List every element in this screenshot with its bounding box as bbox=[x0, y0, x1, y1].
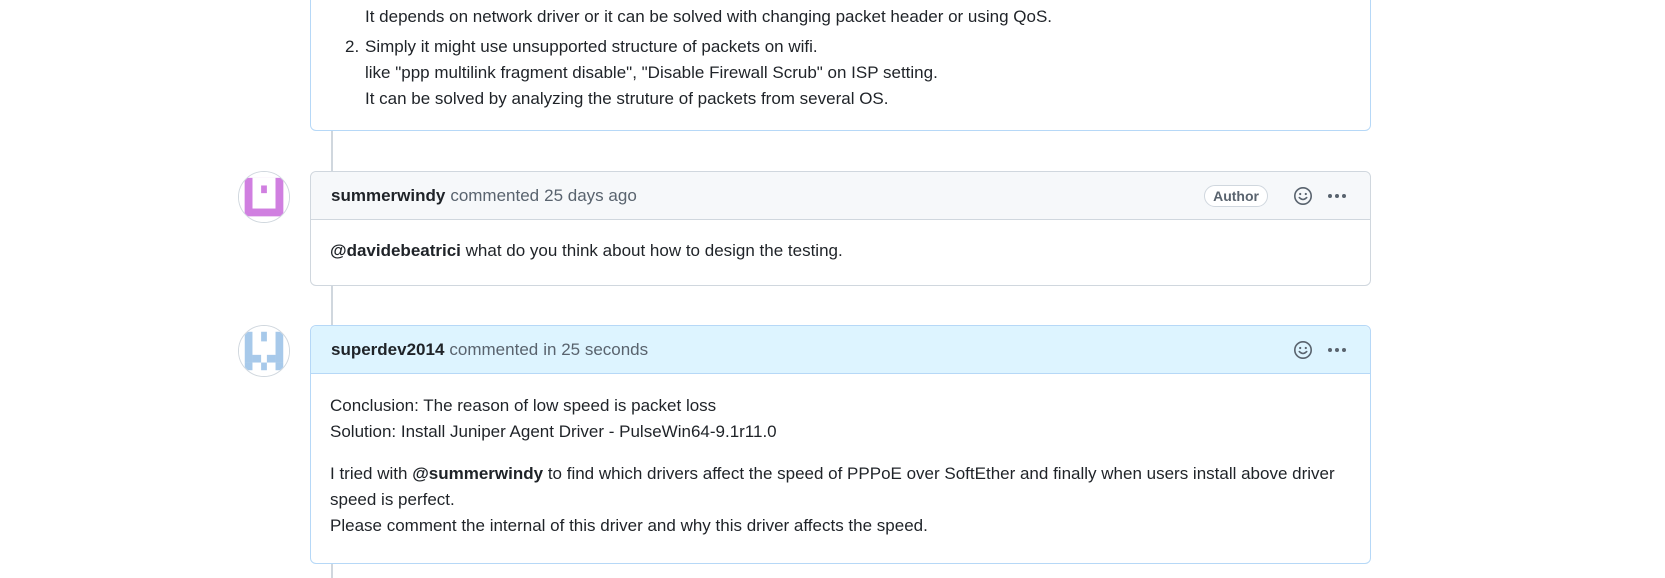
author-badge: Author bbox=[1204, 184, 1268, 207]
add-reaction-button[interactable] bbox=[1290, 337, 1316, 363]
timeline-connector bbox=[331, 285, 333, 325]
comment-author[interactable]: summerwindy bbox=[331, 186, 445, 206]
smiley-icon bbox=[1294, 340, 1312, 359]
timeline-connector bbox=[331, 130, 333, 172]
kebab-horizontal-icon bbox=[1328, 193, 1346, 198]
smiley-icon bbox=[1294, 186, 1312, 205]
user-mention[interactable]: @davidebeatrici bbox=[330, 241, 461, 260]
comment-timestamp[interactable]: in 25 seconds bbox=[543, 340, 648, 360]
user-mention[interactable]: @summerwindy bbox=[412, 464, 543, 483]
comment-text: what do you think about how to design th… bbox=[460, 241, 843, 260]
timeline-connector bbox=[331, 563, 333, 578]
comment-timestamp[interactable]: 25 days ago bbox=[544, 186, 637, 206]
comment-body: @davidebeatrici what do you think about … bbox=[311, 220, 1370, 280]
comment-text: Solution: Install Juniper Agent Driver -… bbox=[330, 422, 777, 441]
comment-header: summerwindy commented 25 days ago Author bbox=[311, 172, 1370, 220]
comment-author[interactable]: superdev2014 bbox=[331, 340, 444, 360]
list-item-text: It depends on network driver or it can b… bbox=[365, 7, 1053, 26]
comment-card: summerwindy commented 25 days ago Author… bbox=[310, 171, 1371, 286]
avatar[interactable] bbox=[238, 325, 290, 377]
identicon-avatar bbox=[239, 172, 289, 222]
comment-text: Please comment the internal of this driv… bbox=[330, 516, 928, 535]
comment-card-highlighted: superdev2014 commented in 25 seconds Con… bbox=[310, 325, 1371, 564]
comment-paragraph: @davidebeatrici what do you think about … bbox=[330, 238, 1350, 264]
comment-text: Conclusion: The reason of low speed is p… bbox=[330, 396, 717, 415]
comment-body: Conclusion: The reason of low speed is p… bbox=[311, 374, 1370, 555]
comment-text: I tried with bbox=[330, 464, 413, 483]
list-item-text: Simply it might use unsupported structur… bbox=[365, 37, 818, 56]
kebab-horizontal-icon bbox=[1328, 347, 1346, 352]
comment-paragraph: Conclusion: The reason of low speed is p… bbox=[330, 393, 1350, 445]
comment-options-button[interactable] bbox=[1324, 337, 1350, 363]
list-item-text: It can be solved by analyzing the strutu… bbox=[365, 89, 889, 108]
identicon-avatar bbox=[239, 326, 289, 376]
avatar[interactable] bbox=[238, 171, 290, 223]
comment-action: commented bbox=[449, 339, 539, 359]
list-item-text: like "ppp multilink fragment disable", "… bbox=[365, 63, 938, 82]
add-reaction-button[interactable] bbox=[1290, 183, 1316, 209]
comment-paragraph: I tried with @summerwindy to find which … bbox=[330, 461, 1350, 539]
list-item-number: 2. bbox=[345, 37, 360, 56]
previous-comment-body: It depends on network driver or it can b… bbox=[310, 0, 1371, 131]
comment-header: superdev2014 commented in 25 seconds bbox=[311, 326, 1370, 374]
comment-action: commented bbox=[450, 185, 540, 205]
comment-options-button[interactable] bbox=[1324, 183, 1350, 209]
